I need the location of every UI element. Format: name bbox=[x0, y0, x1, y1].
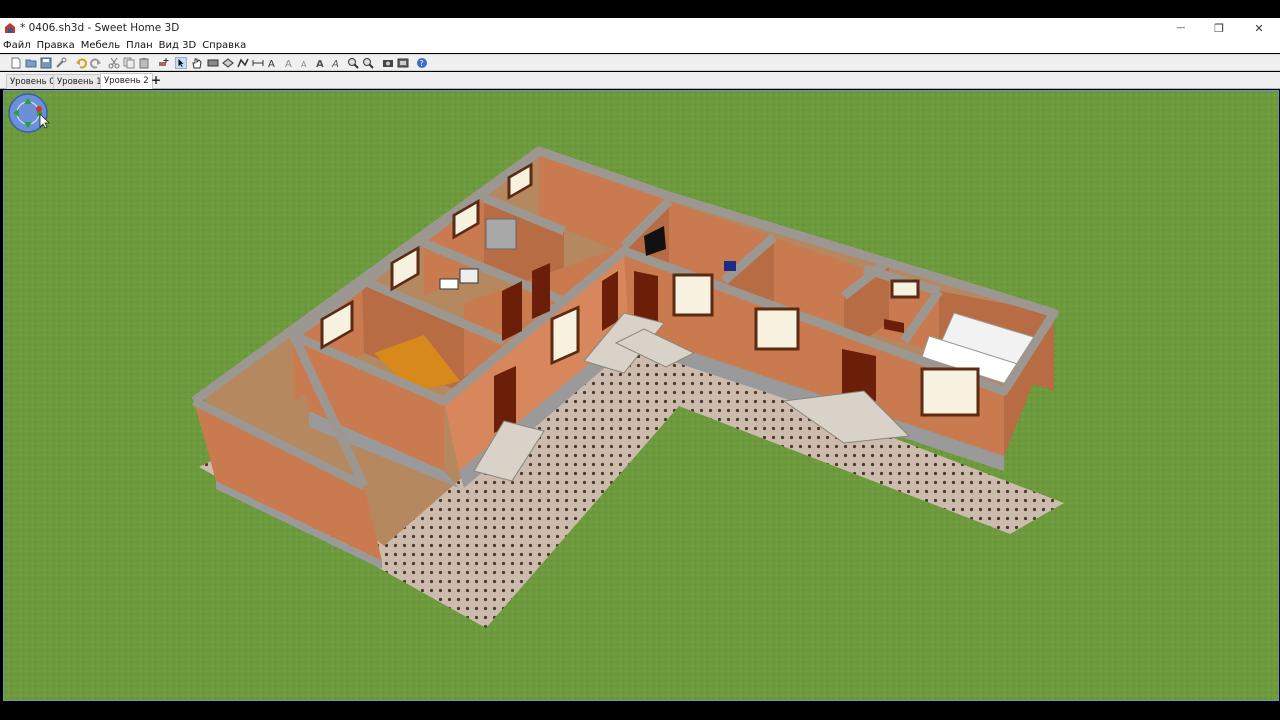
chair-item bbox=[459, 268, 479, 284]
undo-icon[interactable] bbox=[75, 57, 87, 69]
bottom-bar bbox=[0, 702, 1280, 720]
tab-level-1[interactable]: Уровень 1 bbox=[53, 74, 106, 89]
italic-text-icon[interactable]: A bbox=[331, 57, 343, 69]
camera-icon[interactable] bbox=[382, 57, 394, 69]
sweet-home-3d-window: * 0406.sh3d - Sweet Home 3D — ❐ ✕ Файл П… bbox=[0, 0, 1280, 720]
appliance-box bbox=[485, 218, 517, 250]
app-icon bbox=[5, 23, 15, 33]
blue-furniture bbox=[724, 261, 736, 271]
dimension-icon[interactable] bbox=[252, 57, 264, 69]
restore-button[interactable]: ❐ bbox=[1200, 18, 1238, 38]
paste-icon[interactable] bbox=[138, 57, 150, 69]
close-icon: ✕ bbox=[1254, 21, 1264, 35]
help-icon[interactable]: ? bbox=[416, 57, 428, 69]
svg-text:A: A bbox=[285, 59, 292, 69]
svg-text:A: A bbox=[268, 59, 275, 69]
menu-furniture[interactable]: Мебель bbox=[78, 40, 123, 51]
svg-text:?: ? bbox=[420, 59, 424, 68]
menu-plan[interactable]: План bbox=[123, 40, 156, 51]
text-size-up-icon[interactable]: A bbox=[284, 57, 296, 69]
label-icon[interactable]: A bbox=[267, 57, 279, 69]
level-tabs: Уровень 0 Уровень 1 Уровень 2 + bbox=[0, 72, 1280, 89]
restore-icon: ❐ bbox=[1214, 21, 1224, 35]
room-icon[interactable] bbox=[222, 57, 234, 69]
wall-icon[interactable] bbox=[207, 57, 219, 69]
3d-view[interactable] bbox=[3, 90, 1279, 701]
menu-file[interactable]: Файл bbox=[0, 40, 34, 51]
add-furniture-icon[interactable] bbox=[157, 57, 169, 69]
video-icon[interactable] bbox=[397, 57, 409, 69]
zoom-out-icon[interactable] bbox=[362, 57, 374, 69]
polyline-icon[interactable] bbox=[237, 57, 249, 69]
minimize-button[interactable]: — bbox=[1162, 18, 1200, 38]
svg-text:A: A bbox=[331, 59, 339, 69]
svg-text:A: A bbox=[301, 60, 307, 69]
svg-text:A: A bbox=[316, 59, 324, 69]
bold-text-icon[interactable]: A bbox=[315, 57, 327, 69]
desk-item bbox=[439, 278, 459, 290]
close-button[interactable]: ✕ bbox=[1240, 18, 1278, 38]
wrench-icon[interactable] bbox=[55, 57, 67, 69]
redo-icon[interactable] bbox=[90, 57, 102, 69]
tab-level-0[interactable]: Уровень 0 bbox=[6, 74, 59, 89]
title-bar: * 0406.sh3d - Sweet Home 3D — ❐ ✕ bbox=[0, 18, 1280, 38]
menu-3d-view[interactable]: Вид 3D bbox=[156, 40, 200, 51]
text-size-down-icon[interactable]: A bbox=[299, 57, 311, 69]
scissors-icon[interactable] bbox=[108, 57, 120, 69]
zoom-in-icon[interactable] bbox=[347, 57, 359, 69]
window-title: * 0406.sh3d - Sweet Home 3D bbox=[20, 22, 180, 34]
new-file-icon[interactable] bbox=[10, 57, 22, 69]
toolbar: A A A A A ? bbox=[0, 54, 1280, 71]
3d-scene[interactable] bbox=[4, 91, 1279, 701]
minimize-icon: — bbox=[1176, 23, 1186, 33]
menu-bar: Файл Правка Мебель План Вид 3D Справка bbox=[0, 38, 1280, 53]
menu-edit[interactable]: Правка bbox=[34, 40, 78, 51]
tab-level-2[interactable]: Уровень 2 bbox=[100, 73, 153, 89]
folder-open-icon[interactable] bbox=[25, 57, 37, 69]
menu-help[interactable]: Справка bbox=[199, 40, 249, 51]
copy-icon[interactable] bbox=[123, 57, 135, 69]
hand-icon[interactable] bbox=[191, 57, 203, 69]
arrow-pointer-icon[interactable] bbox=[175, 57, 187, 69]
add-level-button[interactable]: + bbox=[151, 74, 161, 86]
save-icon[interactable] bbox=[40, 57, 52, 69]
